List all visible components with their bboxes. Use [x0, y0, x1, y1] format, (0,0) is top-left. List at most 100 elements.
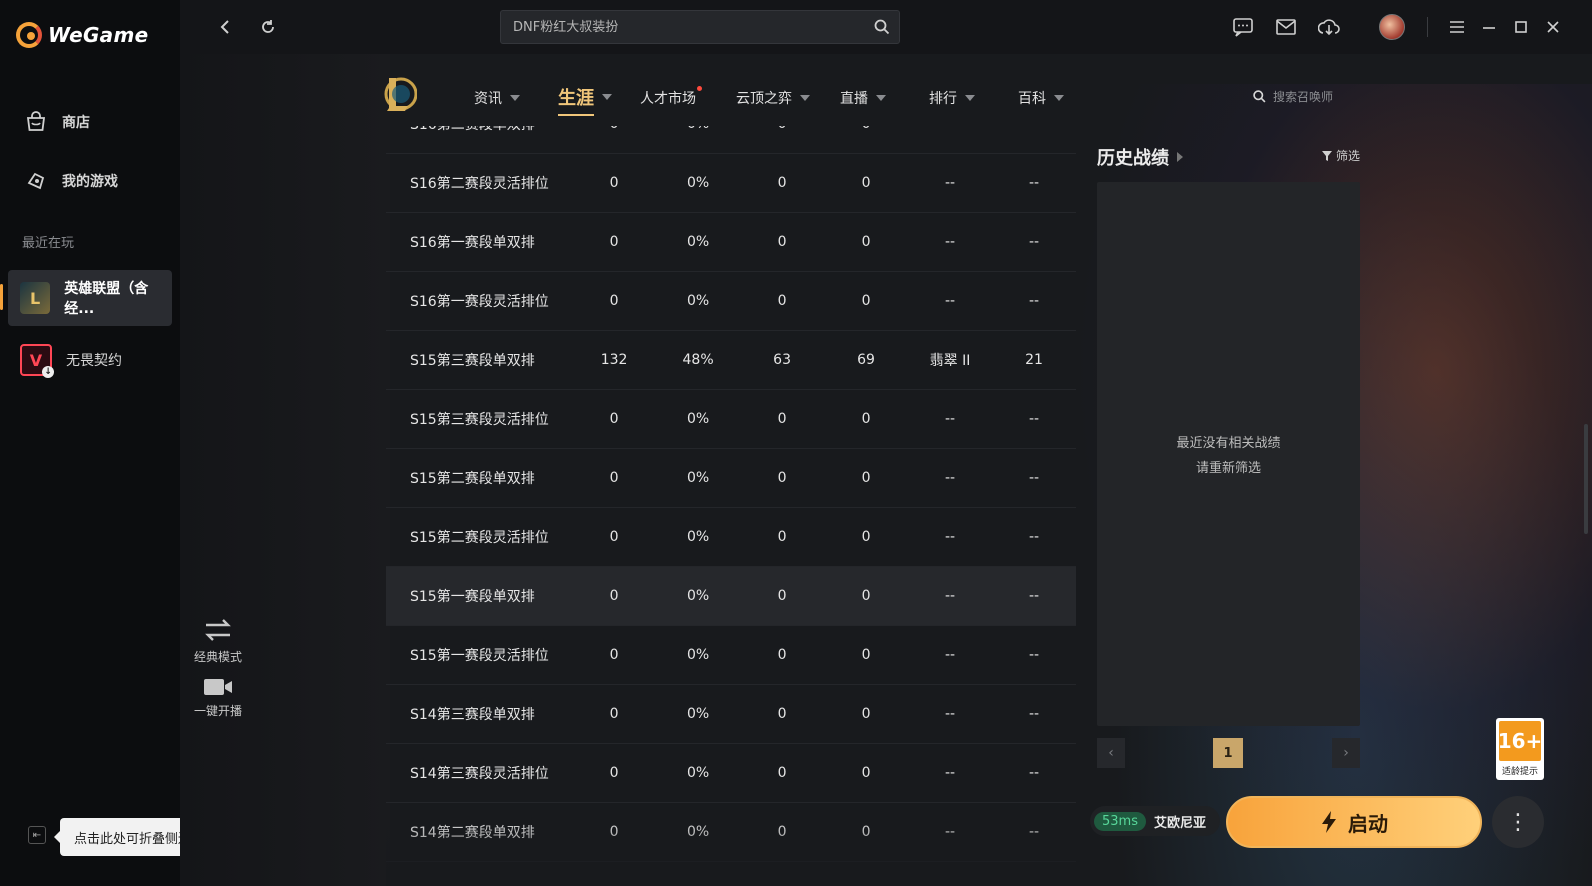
match-history-title[interactable]: 历史战绩 [1097, 144, 1183, 170]
search-input[interactable] [501, 11, 899, 43]
stat-cell: -- [1028, 647, 1040, 663]
stat-cell: -- [944, 293, 956, 309]
menu-button[interactable] [1444, 14, 1470, 40]
stat-cell: 0% [686, 588, 710, 604]
server-selector[interactable]: 53ms 艾欧尼亚 [1090, 806, 1220, 836]
collapse-sidebar-button[interactable]: ⇤ [28, 826, 46, 844]
page-number[interactable]: 1 [1213, 738, 1243, 768]
chat-button[interactable] [1230, 14, 1256, 40]
stat-cell: 0 [824, 126, 908, 132]
stat-cell: 0 [609, 529, 619, 545]
active-indicator [0, 284, 3, 310]
search-icon [1253, 90, 1266, 103]
stat-cell: -- [1028, 706, 1040, 722]
stat-cell: 0 [777, 588, 787, 604]
nav-career[interactable]: 生涯 [558, 84, 612, 116]
stat-cell: 0 [609, 765, 619, 781]
classic-mode-button[interactable]: 经典模式 [186, 616, 250, 665]
wegame-logo[interactable]: WeGame [16, 22, 148, 48]
top-bar [180, 0, 1592, 54]
mail-button[interactable] [1273, 14, 1299, 40]
stat-cell: 翡翠 II [929, 353, 971, 369]
scrollbar[interactable] [1584, 424, 1588, 534]
minimize-button[interactable] [1476, 14, 1502, 40]
stat-cell: 0 [861, 234, 871, 250]
league-of-legends-logo-icon[interactable] [380, 72, 418, 116]
stat-cell: -- [944, 706, 956, 722]
download-button[interactable] [1316, 14, 1342, 40]
table-row[interactable]: S15第三赛段灵活排位 0 0% 0 0 -- -- [386, 390, 1076, 449]
filter-button[interactable]: 筛选 [1321, 147, 1360, 164]
table-row[interactable]: S16第一赛段灵活排位 0 0% 0 0 -- -- [386, 272, 1076, 331]
table-row[interactable]: S15第一赛段灵活排位 0 0% 0 0 -- -- [386, 626, 1076, 685]
season-queue-cell: S14第三赛段灵活排位 [410, 766, 549, 782]
stat-cell: -- [1028, 588, 1040, 604]
stat-cell: 21 [1025, 352, 1043, 368]
stat-cell: 0% [686, 529, 710, 545]
nav-wiki[interactable]: 百科 [1018, 88, 1064, 108]
stat-cell: 63 [773, 352, 791, 368]
minimize-icon [1483, 27, 1495, 29]
stat-cell: 0 [777, 411, 787, 427]
nav-news[interactable]: 资讯 [474, 88, 520, 108]
refresh-button[interactable] [255, 14, 281, 40]
empty-history-box: 最近没有相关战绩 请重新筛选 [1097, 182, 1360, 726]
season-queue-cell: S15第二赛段单双排 [410, 471, 535, 487]
table-row[interactable]: S15第一赛段单双排 0 0% 0 0 -- -- [386, 567, 1076, 626]
prev-page-button[interactable]: ‹ [1097, 738, 1125, 768]
chevron-down-icon [876, 95, 886, 101]
stat-cell: -- [944, 234, 956, 250]
gamepad-icon [24, 169, 48, 193]
table-row[interactable]: S15第二赛段灵活排位 0 0% 0 0 -- -- [386, 508, 1076, 567]
search-icon[interactable] [873, 18, 891, 36]
season-queue-cell: S15第三赛段灵活排位 [410, 412, 549, 428]
stat-cell: -- [944, 647, 956, 663]
table-row[interactable]: S15第二赛段单双排 0 0% 0 0 -- -- [386, 449, 1076, 508]
ping-badge: 53ms [1094, 811, 1146, 831]
close-icon [1547, 21, 1559, 33]
sidebar-item-label: 无畏契约 [66, 353, 122, 369]
nav-tft[interactable]: 云顶之弈 [736, 88, 810, 108]
back-button[interactable] [212, 14, 238, 40]
maximize-button[interactable] [1508, 14, 1534, 40]
season-queue-cell: S16第一赛段单双排 [410, 235, 535, 251]
table-row[interactable]: S15第三赛段单双排 132 48% 63 69 翡翠 II 21 [386, 331, 1076, 390]
mail-icon [1276, 19, 1296, 35]
table-row[interactable]: S14第三赛段单双排 0 0% 0 0 -- -- [386, 685, 1076, 744]
chevron-left-icon: ‹ [1108, 745, 1114, 761]
stat-cell: 0% [686, 765, 710, 781]
avatar[interactable] [1379, 14, 1405, 40]
empty-message: 最近没有相关战绩 [1176, 436, 1281, 451]
next-page-button[interactable]: › [1332, 738, 1360, 768]
go-live-button[interactable]: 一键开播 [186, 676, 250, 719]
chevron-right-icon [1177, 152, 1183, 162]
stat-cell: 0 [861, 765, 871, 781]
download-badge-icon: ↓ [42, 366, 54, 378]
nav-live[interactable]: 直播 [840, 88, 886, 108]
table-row[interactable]: S16第一赛段单双排 0 0% 0 0 -- -- [386, 213, 1076, 272]
sidebar-item-shop[interactable]: 商店 [8, 94, 172, 150]
table-row[interactable]: S16第二赛段灵活排位 0 0% 0 0 -- -- [386, 154, 1076, 213]
game-nav: 资讯 生涯 人才市场 云顶之弈 直播 排行 百科 [380, 72, 1380, 124]
stat-cell: 0 [861, 175, 871, 191]
close-button[interactable] [1540, 14, 1566, 40]
sidebar-item-league-of-legends[interactable]: L 英雄联盟（含经... [8, 270, 172, 326]
season-queue-cell: S15第三赛段单双排 [410, 353, 535, 369]
stat-cell: -- [944, 529, 956, 545]
nav-ranking[interactable]: 排行 [929, 88, 975, 108]
stat-cell: -- [1028, 529, 1040, 545]
ranked-stats-table: S16第二赛段单双排00%00----S16第二赛段灵活排位00%00---- S… [386, 126, 1076, 886]
summoner-search[interactable]: 搜索召唤师 [1252, 88, 1333, 105]
global-search[interactable] [500, 10, 900, 44]
left-sidebar: WeGame 商店 我的游戏 最近在玩 L 英雄联盟（含经... V ↓ 无畏契约… [0, 0, 218, 886]
table-row[interactable]: S16第二赛段单双排00%00---- [386, 126, 1076, 154]
more-options-button[interactable]: ⋮ [1492, 796, 1544, 848]
sidebar-item-my-games[interactable]: 我的游戏 [8, 153, 172, 209]
sidebar-item-valorant[interactable]: V ↓ 无畏契约 [8, 332, 172, 388]
left-shade [180, 54, 390, 886]
launch-button[interactable]: 启动 [1226, 796, 1482, 848]
pagination: ‹ 1 › [1097, 738, 1360, 768]
table-row[interactable]: S14第三赛段灵活排位 0 0% 0 0 -- -- [386, 744, 1076, 803]
stat-cell: 0 [861, 293, 871, 309]
nav-talent-market[interactable]: 人才市场 [640, 86, 702, 108]
